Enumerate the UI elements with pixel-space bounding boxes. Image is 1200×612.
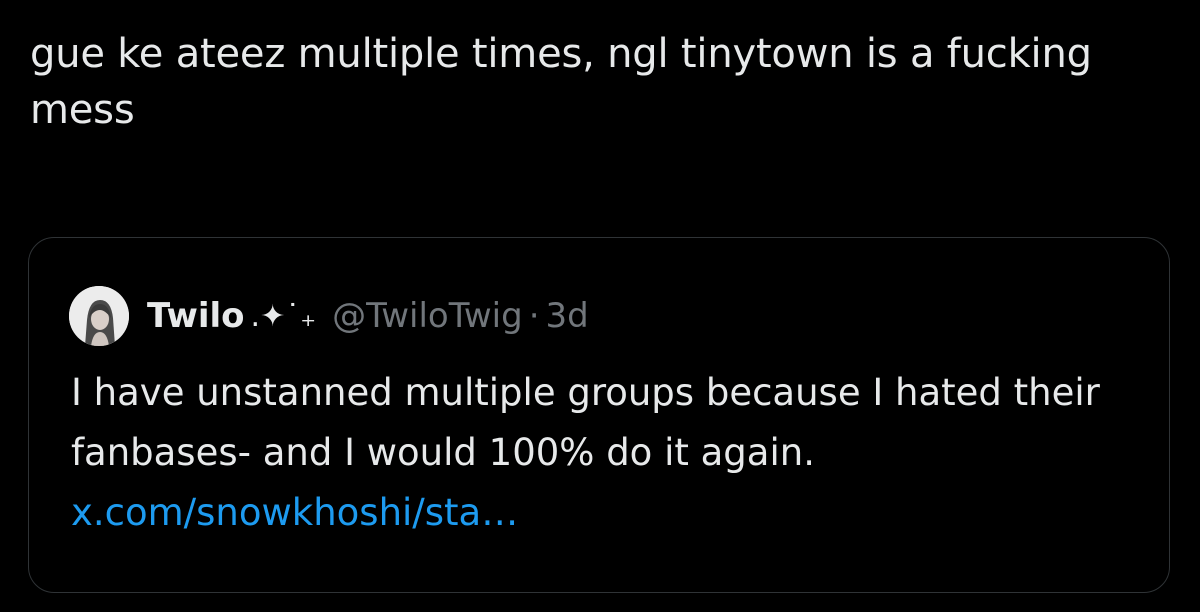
tweet-text: gue ke ateez multiple times, ngl tinytow…	[30, 31, 1092, 133]
user-handle[interactable]: @TwiloTwig	[332, 296, 523, 336]
quoted-tweet-header: Twilo .✦˙₊ @TwiloTwig · 3d	[69, 286, 589, 346]
name-decoration: .✦˙₊	[250, 298, 317, 334]
display-name[interactable]: Twilo	[147, 296, 245, 336]
timestamp[interactable]: 3d	[546, 296, 589, 336]
separator-dot: ·	[528, 296, 540, 336]
quoted-tweet-card[interactable]: Twilo .✦˙₊ @TwiloTwig · 3d I have unstan…	[28, 237, 1170, 593]
avatar[interactable]	[69, 286, 129, 346]
profile-photo-icon	[69, 286, 129, 346]
quoted-tweet-body: I have unstanned multiple groups because…	[71, 371, 1100, 474]
quoted-tweet-text: I have unstanned multiple groups because…	[71, 363, 1121, 543]
tweet-link[interactable]: x.com/snowkhoshi/sta…	[71, 491, 518, 534]
